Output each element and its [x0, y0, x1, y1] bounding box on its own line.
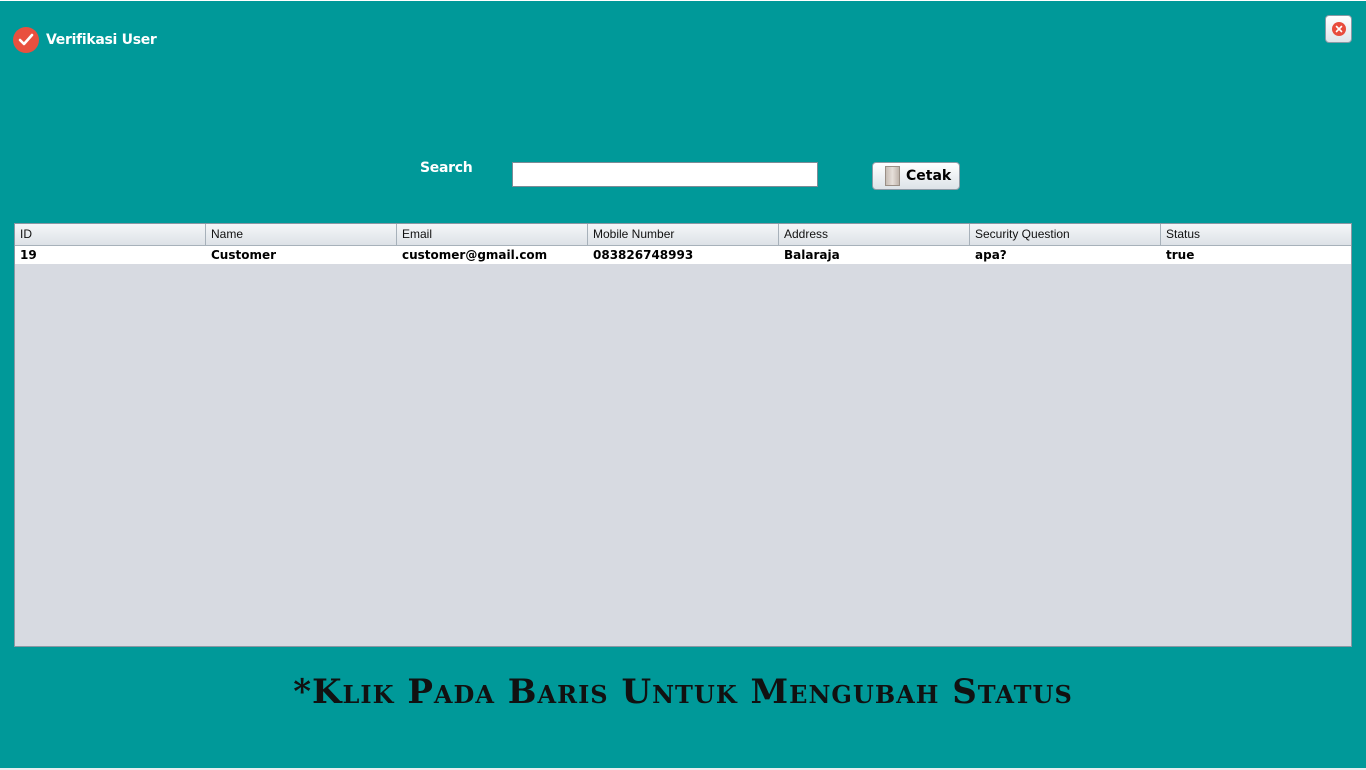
window-title-bar: Verifikasi User: [13, 27, 157, 53]
column-header-id[interactable]: ID: [15, 224, 206, 245]
user-table[interactable]: ID Name Email Mobile Number Address Secu…: [14, 223, 1352, 647]
cell-mobile-number: 083826748993: [593, 248, 694, 262]
cell-id: 19: [20, 248, 37, 262]
window-title: Verifikasi User: [46, 32, 157, 48]
cell-status: true: [1166, 248, 1195, 262]
column-header-status[interactable]: Status: [1161, 224, 1351, 245]
table-header: ID Name Email Mobile Number Address Secu…: [15, 224, 1351, 246]
column-header-address[interactable]: Address: [779, 224, 970, 245]
cell-address: Balaraja: [784, 248, 840, 262]
check-circle-icon: [13, 27, 39, 53]
close-button[interactable]: [1325, 15, 1352, 43]
column-header-security-question[interactable]: Security Question: [970, 224, 1161, 245]
close-icon: [1331, 22, 1346, 36]
instruction-text: *Klik Pada Baris Untuk Mengubah Status: [293, 672, 1073, 712]
search-label: Search: [420, 160, 473, 176]
print-button-label: Cetak: [906, 168, 952, 184]
search-input[interactable]: [512, 162, 818, 187]
column-header-name[interactable]: Name: [206, 224, 397, 245]
table-row[interactable]: 19 Customer customer@gmail.com 083826748…: [15, 246, 1351, 264]
printer-icon: [885, 166, 900, 186]
window-top-edge: [0, 0, 1366, 1]
column-header-mobile-number[interactable]: Mobile Number: [588, 224, 779, 245]
cell-name: Customer: [211, 248, 277, 262]
cell-email: customer@gmail.com: [402, 248, 548, 262]
cell-security-question: apa?: [975, 248, 1007, 262]
column-header-email[interactable]: Email: [397, 224, 588, 245]
print-button[interactable]: Cetak: [872, 162, 960, 190]
